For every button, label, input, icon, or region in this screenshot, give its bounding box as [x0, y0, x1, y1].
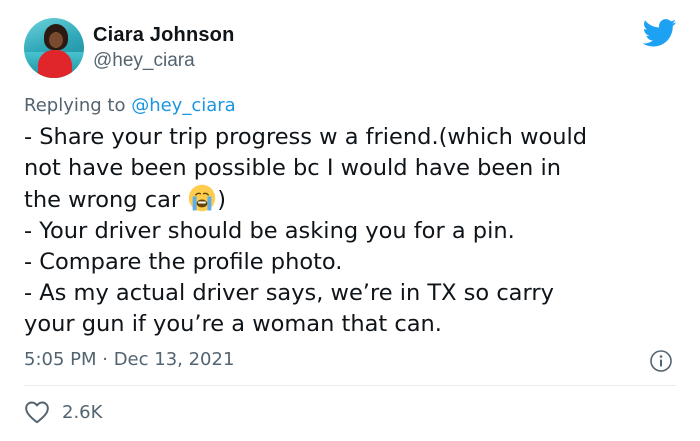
divider [24, 385, 676, 386]
heart-icon[interactable] [24, 400, 50, 424]
avatar[interactable] [24, 18, 84, 78]
tweet-card: Ciara Johnson @hey_ciara Replying to @he… [0, 0, 700, 441]
like-count: 2.6K [62, 401, 103, 423]
like-button[interactable]: 2.6K [24, 399, 102, 425]
avatar-face [49, 32, 63, 48]
avatar-dress [38, 50, 72, 78]
author-handle[interactable]: @hey_ciara [93, 49, 195, 73]
tweet-line-3-close: ) [217, 187, 227, 213]
tweet-line-6: - As my actual driver says, we’re in TX … [24, 280, 554, 306]
info-icon[interactable] [649, 349, 673, 373]
tweet-line-7: your gun if you’re a woman that can. [24, 311, 442, 337]
author-name[interactable]: Ciara Johnson [93, 22, 235, 48]
tweet-line-3-text: the wrong car [24, 187, 188, 213]
tweet-body: - Share your trip progress w a friend.(w… [24, 122, 684, 340]
tweet-line-5: - Compare the profile photo. [24, 249, 343, 275]
tweet-line-1: - Share your trip progress w a friend.(w… [24, 124, 588, 150]
reply-mention-link[interactable]: @hey_ciara [131, 95, 236, 116]
twitter-bird-icon[interactable] [643, 19, 677, 47]
tweet-timestamp[interactable]: 5:05 PM · Dec 13, 2021 [24, 348, 234, 372]
replying-to-line: Replying to @hey_ciara [24, 95, 236, 117]
tweet-line-2: not have been possible bc I would have b… [24, 155, 561, 181]
replying-to-label: Replying to [24, 95, 132, 116]
tweet-line-3: the wrong car ) [24, 184, 684, 216]
loudly-crying-face-emoji [189, 184, 216, 212]
tweet-line-4: - Your driver should be asking you for a… [24, 218, 515, 244]
